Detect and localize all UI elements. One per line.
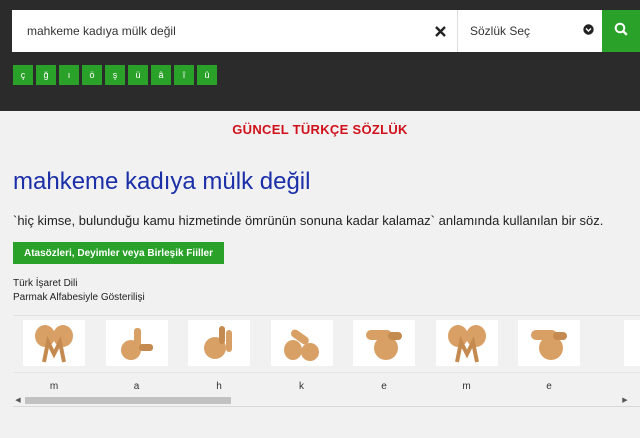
sign-letter: h [216, 381, 222, 392]
sign-tile: e [353, 320, 417, 392]
sign-letter: m [462, 381, 471, 392]
hand-sign-icon [105, 320, 168, 366]
divider [13, 372, 640, 373]
char-button[interactable]: ğ [36, 65, 56, 85]
search-icon [614, 22, 628, 41]
top-search-bar: Sözlük Seç çğıöşüâîû [0, 0, 640, 111]
hand-sign-icon [435, 320, 498, 366]
scroll-thumb[interactable] [25, 397, 231, 404]
finger-alphabet-label: Parmak Alfabesiyle Gösterilişi [13, 292, 145, 303]
search-button[interactable] [602, 10, 640, 52]
horizontal-scrollbar[interactable]: ◀ ▶ [13, 394, 630, 406]
sign-letter: k [299, 381, 304, 392]
sign-language-label: Türk İşaret Dili [13, 278, 78, 289]
dictionary-select-label: Sözlük Seç [470, 24, 531, 38]
sign-letter: m [49, 381, 59, 392]
sign-tile: k [270, 320, 335, 392]
search-input[interactable] [12, 10, 457, 52]
hand-sign-icon [353, 320, 415, 366]
close-icon[interactable] [430, 21, 450, 41]
sign-tile: m [435, 320, 500, 392]
triangle-right-icon[interactable]: ▶ [620, 394, 630, 406]
sign-letter: e [546, 381, 552, 392]
category-button[interactable]: Atasözleri, Deyimler veya Birleşik Fiill… [13, 242, 224, 264]
char-button[interactable]: û [197, 65, 217, 85]
dictionary-select[interactable]: Sözlük Seç [457, 10, 602, 52]
char-button[interactable]: ö [82, 65, 102, 85]
sign-letter: a [133, 381, 140, 392]
triangle-left-icon[interactable]: ◀ [13, 394, 23, 406]
sign-tile: a [105, 320, 170, 392]
hand-sign-icon [624, 320, 640, 366]
hand-sign-icon [23, 320, 85, 366]
char-button[interactable]: ü [128, 65, 148, 85]
hand-sign-icon [188, 320, 250, 366]
hand-sign-icon [270, 320, 333, 366]
dictionary-title: GÜNCEL TÜRKÇE SÖZLÜK [232, 122, 408, 137]
hand-sign-icon [518, 320, 580, 366]
sign-letter: e [381, 381, 387, 392]
sign-tile: m [23, 320, 87, 392]
sign-tile-partial [624, 320, 640, 366]
char-button[interactable]: â [151, 65, 171, 85]
char-button[interactable]: î [174, 65, 194, 85]
entry-definition: `hiç kimse, bulunduğu kamu hizmetinde öm… [13, 213, 604, 228]
sign-tile: e [518, 320, 582, 392]
chevron-down-circle-icon [583, 24, 594, 38]
char-button[interactable]: ş [105, 65, 125, 85]
char-button[interactable]: ç [13, 65, 33, 85]
entry-word: mahkeme kadıya mülk değil [13, 168, 311, 195]
sign-tile: h [188, 320, 252, 392]
search-row: Sözlük Seç [12, 10, 640, 52]
char-button[interactable]: ı [59, 65, 79, 85]
special-char-bar: çğıöşüâîû [13, 65, 217, 85]
